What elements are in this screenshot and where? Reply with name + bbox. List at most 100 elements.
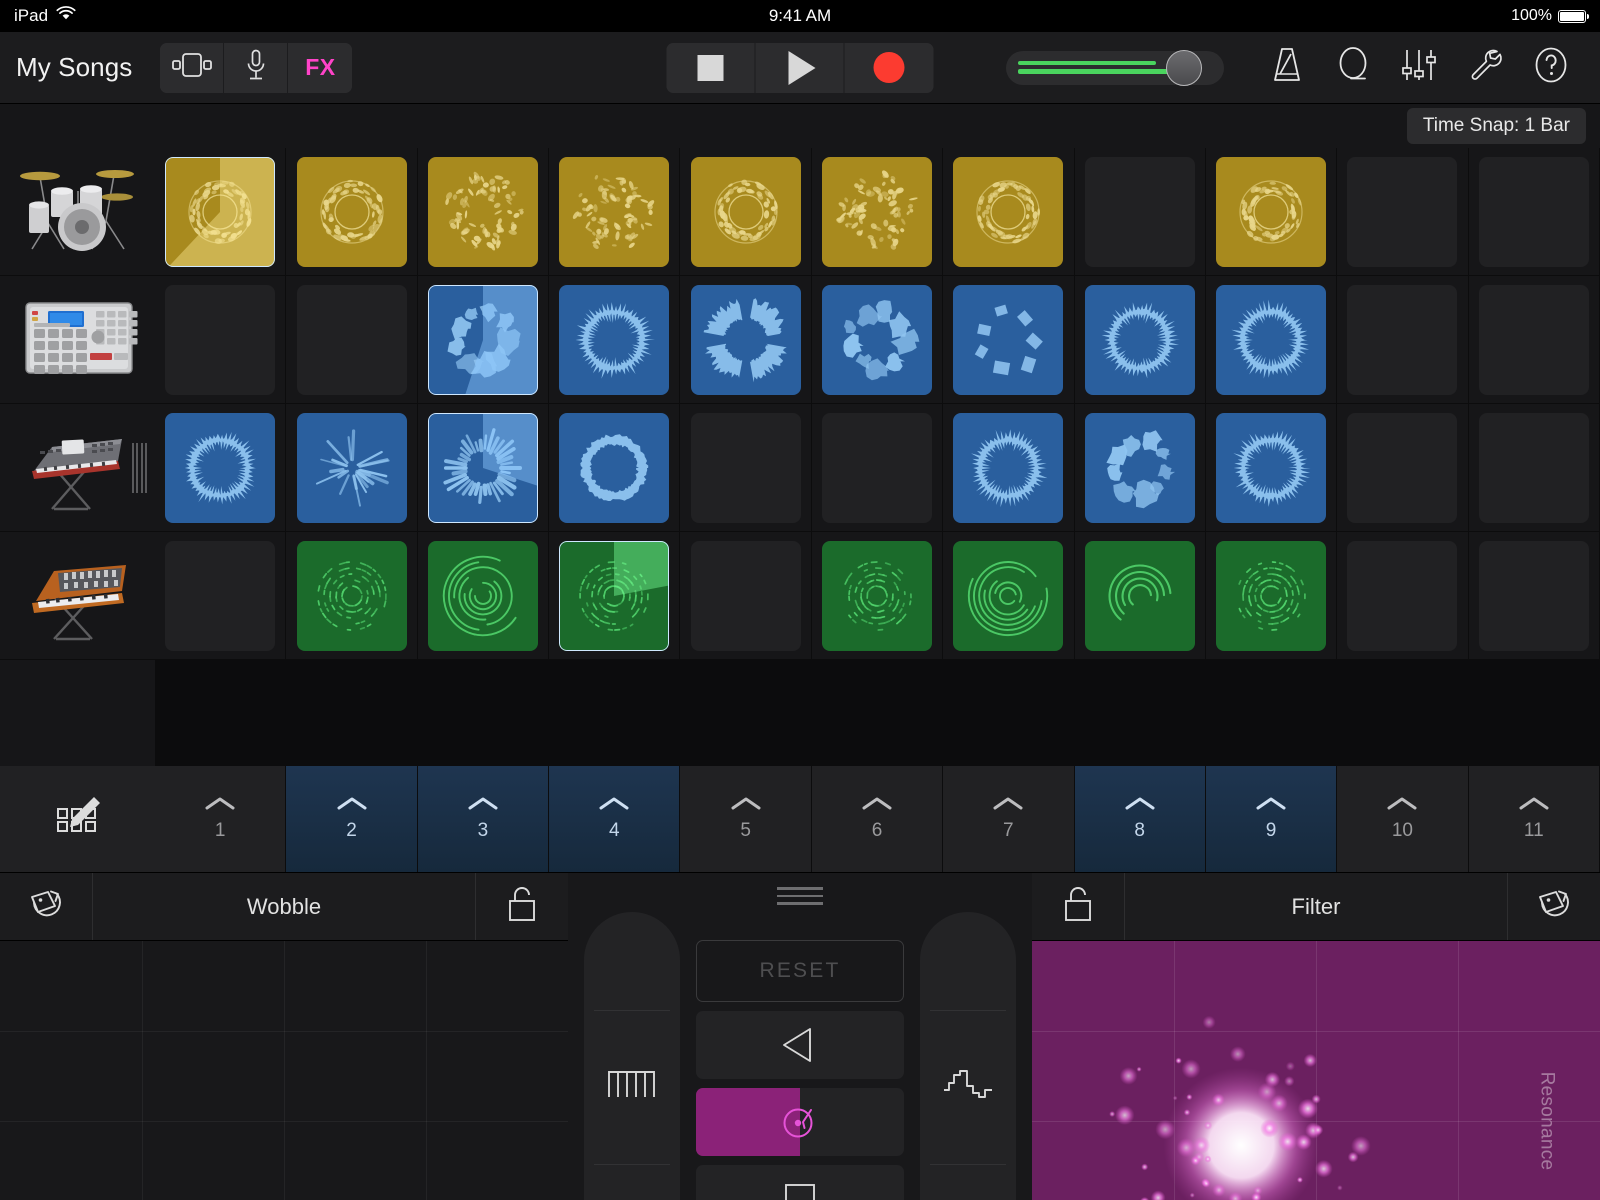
column-trigger-2[interactable]: 2 <box>286 766 417 872</box>
help-button[interactable] <box>1518 39 1584 97</box>
play-button[interactable] <box>756 43 845 93</box>
loop-cell-empty[interactable] <box>1075 148 1206 275</box>
loop-cell[interactable] <box>1206 404 1337 531</box>
column-number: 4 <box>609 820 620 842</box>
loop-cell[interactable] <box>1075 532 1206 659</box>
cell-inner <box>822 157 932 267</box>
snap-bar: Time Snap: 1 Bar <box>0 104 1600 148</box>
scratch-button[interactable] <box>696 1088 904 1156</box>
loop-cell-empty[interactable] <box>1337 148 1468 275</box>
column-trigger-3[interactable]: 3 <box>418 766 549 872</box>
column-trigger-5[interactable]: 5 <box>680 766 811 872</box>
track-header-1[interactable] <box>0 148 155 276</box>
loop-cell-empty[interactable] <box>680 404 811 531</box>
track-header-2[interactable] <box>0 276 155 404</box>
record-button[interactable] <box>845 43 934 93</box>
loop-cell[interactable] <box>1075 276 1206 403</box>
left-lock-button[interactable] <box>476 873 568 940</box>
column-trigger-8[interactable]: 8 <box>1075 766 1206 872</box>
loop-cell[interactable] <box>680 148 811 275</box>
loop-cell[interactable] <box>943 148 1074 275</box>
loop-cell-empty[interactable] <box>1469 148 1600 275</box>
reverse-triangle-icon <box>776 1024 824 1066</box>
loop-cell-empty[interactable] <box>1469 532 1600 659</box>
column-trigger-7[interactable]: 7 <box>943 766 1074 872</box>
loop-cell-empty[interactable] <box>1337 532 1468 659</box>
column-trigger-10[interactable]: 10 <box>1337 766 1468 872</box>
settings-button[interactable] <box>1452 39 1518 97</box>
stop-button[interactable] <box>667 43 756 93</box>
time-snap-button[interactable]: Time Snap: 1 Bar <box>1407 108 1586 144</box>
right-mod-slider[interactable] <box>920 912 1016 1200</box>
loop-cell[interactable] <box>1206 148 1337 275</box>
loop-cell-empty[interactable] <box>1469 404 1600 531</box>
loop-cell[interactable] <box>943 404 1074 531</box>
loop-cell[interactable] <box>286 404 417 531</box>
stop-fx-button[interactable] <box>696 1165 904 1200</box>
wrench-settings-icon <box>1467 47 1503 88</box>
loop-cell[interactable] <box>549 148 680 275</box>
loop-cell-empty[interactable] <box>286 276 417 403</box>
my-songs-button[interactable]: My Songs <box>16 52 132 83</box>
cell-inner <box>1085 285 1195 395</box>
right-randomize-button[interactable] <box>1508 873 1600 940</box>
grid-edit-button[interactable] <box>0 766 155 872</box>
master-volume-slider[interactable] <box>1006 51 1224 85</box>
loop-cell-empty[interactable] <box>1337 404 1468 531</box>
left-mod-slider[interactable] <box>584 912 680 1200</box>
loop-cell[interactable] <box>286 532 417 659</box>
loop-cell-empty[interactable] <box>812 404 943 531</box>
loop-cell[interactable] <box>812 532 943 659</box>
right-fx-header: Filter <box>1032 873 1600 941</box>
loop-cell[interactable] <box>418 148 549 275</box>
loop-cell-empty[interactable] <box>155 276 286 403</box>
fx-button[interactable]: FX <box>288 43 352 93</box>
loop-cell[interactable] <box>549 276 680 403</box>
loop-cell[interactable] <box>418 532 549 659</box>
loop-cell[interactable] <box>155 404 286 531</box>
loop-cell[interactable] <box>418 404 549 531</box>
panel-drag-handle[interactable] <box>777 887 823 905</box>
cell-row-2 <box>155 276 1600 404</box>
volume-knob[interactable] <box>1166 50 1202 86</box>
reset-button[interactable]: RESET <box>696 940 904 1002</box>
loop-cell[interactable] <box>943 532 1074 659</box>
loop-cell[interactable] <box>1206 532 1337 659</box>
loop-cell[interactable] <box>549 404 680 531</box>
track-header-4[interactable] <box>0 532 155 660</box>
cycle-button[interactable] <box>1320 39 1386 97</box>
metronome-button[interactable] <box>1254 39 1320 97</box>
loop-cell[interactable] <box>680 276 811 403</box>
loop-cell[interactable] <box>286 148 417 275</box>
instrument-browser-button[interactable] <box>160 43 224 93</box>
filter-xy-pad[interactable]: Cutoff Resonance <box>1032 941 1600 1200</box>
chevron-up-icon <box>862 796 892 811</box>
column-trigger-4[interactable]: 4 <box>549 766 680 872</box>
chevron-up-icon <box>993 796 1023 811</box>
loop-cell-empty[interactable] <box>155 532 286 659</box>
reverse-button[interactable] <box>696 1011 904 1079</box>
loop-cell[interactable] <box>549 532 680 659</box>
column-trigger-9[interactable]: 9 <box>1206 766 1337 872</box>
loop-cell[interactable] <box>812 148 943 275</box>
status-left: iPad <box>14 6 76 26</box>
right-lock-button[interactable] <box>1032 873 1124 940</box>
loop-cell[interactable] <box>1206 276 1337 403</box>
wobble-xy-pad[interactable] <box>0 941 568 1200</box>
column-trigger-1[interactable]: 1 <box>155 766 286 872</box>
track-drag-handle[interactable] <box>132 443 148 493</box>
loop-cell[interactable] <box>943 276 1074 403</box>
loop-cell-empty[interactable] <box>1469 276 1600 403</box>
left-randomize-button[interactable] <box>0 873 92 940</box>
loop-cell[interactable] <box>812 276 943 403</box>
loop-cell[interactable] <box>418 276 549 403</box>
microphone-button[interactable] <box>224 43 288 93</box>
column-trigger-6[interactable]: 6 <box>812 766 943 872</box>
loop-cell[interactable] <box>155 148 286 275</box>
loop-cell-empty[interactable] <box>1337 276 1468 403</box>
track-header-3[interactable] <box>0 404 155 532</box>
loop-cell[interactable] <box>1075 404 1206 531</box>
loop-cell-empty[interactable] <box>680 532 811 659</box>
column-trigger-11[interactable]: 11 <box>1469 766 1600 872</box>
mixer-button[interactable] <box>1386 39 1452 97</box>
